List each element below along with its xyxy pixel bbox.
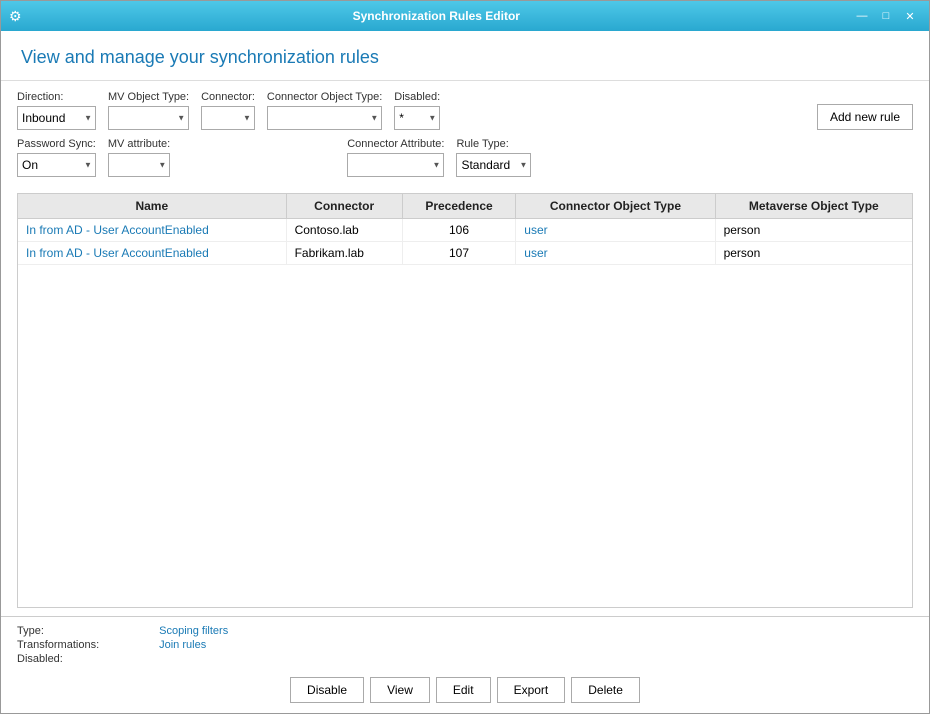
content-area: View and manage your synchronization rul… — [1, 31, 929, 713]
mv-object-type-filter-group: MV Object Type: — [108, 91, 189, 130]
row-name[interactable]: In from AD - User AccountEnabled — [18, 219, 286, 242]
rule-type-select[interactable]: Standard Sticky — [456, 153, 531, 177]
row-name[interactable]: In from AD - User AccountEnabled — [18, 242, 286, 265]
password-sync-select-wrapper: On Off — [17, 153, 96, 177]
connector-label: Connector: — [201, 91, 255, 103]
add-rule-container: Add new rule — [817, 104, 913, 130]
col-connector: Connector — [286, 194, 402, 219]
col-connector-object-type: Connector Object Type — [516, 194, 715, 219]
info-left: Type: Transformations: Disabled: — [17, 625, 99, 665]
col-name: Name — [18, 194, 286, 219]
type-label: Type: — [17, 625, 99, 637]
mv-object-type-select[interactable] — [108, 106, 189, 130]
table-area: Name Connector Precedence Connector Obje… — [17, 193, 913, 608]
disabled-select-wrapper: * Yes No — [394, 106, 440, 130]
main-window: ⚙ Synchronization Rules Editor — □ ✕ Vie… — [0, 0, 930, 714]
disabled-info-label: Disabled: — [17, 653, 99, 665]
window-title: Synchronization Rules Editor — [22, 9, 851, 23]
col-metaverse-object-type: Metaverse Object Type — [715, 194, 912, 219]
direction-select[interactable]: Inbound Outbound — [17, 106, 96, 130]
connector-object-type-label: Connector Object Type: — [267, 91, 382, 103]
disabled-select[interactable]: * Yes No — [394, 106, 440, 130]
connector-object-type-filter-group: Connector Object Type: — [267, 91, 382, 130]
connector-select[interactable] — [201, 106, 255, 130]
connector-object-type-select[interactable] — [267, 106, 382, 130]
title-bar: ⚙ Synchronization Rules Editor — □ ✕ — [1, 1, 929, 31]
add-new-rule-button[interactable]: Add new rule — [817, 104, 913, 130]
connector-attribute-label: Connector Attribute: — [347, 138, 444, 150]
action-buttons: Disable View Edit Export Delete — [17, 677, 913, 703]
delete-button[interactable]: Delete — [571, 677, 640, 703]
password-sync-filter-group: Password Sync: On Off — [17, 138, 96, 177]
password-sync-label: Password Sync: — [17, 138, 96, 150]
row-connector: Fabrikam.lab — [286, 242, 402, 265]
export-button[interactable]: Export — [497, 677, 566, 703]
mv-attribute-label: MV attribute: — [108, 138, 170, 150]
col-precedence: Precedence — [402, 194, 516, 219]
rule-type-filter-group: Rule Type: Standard Sticky — [456, 138, 531, 177]
mv-object-type-select-wrapper — [108, 106, 189, 130]
direction-filter-group: Direction: Inbound Outbound — [17, 91, 96, 130]
edit-button[interactable]: Edit — [436, 677, 491, 703]
filter-row-2: Password Sync: On Off MV attribute: — [17, 138, 913, 177]
page-title: View and manage your synchronization rul… — [21, 47, 909, 68]
connector-select-wrapper — [201, 106, 255, 130]
minimize-button[interactable]: — — [851, 6, 873, 26]
row-precedence: 107 — [402, 242, 516, 265]
mv-attribute-select-wrapper — [108, 153, 170, 177]
row-connector: Contoso.lab — [286, 219, 402, 242]
connector-object-type-select-wrapper — [267, 106, 382, 130]
restore-button[interactable]: □ — [875, 6, 897, 26]
page-header: View and manage your synchronization rul… — [1, 31, 929, 81]
join-rules-link[interactable]: Join rules — [159, 639, 228, 651]
view-button[interactable]: View — [370, 677, 430, 703]
disable-button[interactable]: Disable — [290, 677, 364, 703]
disabled-label: Disabled: — [394, 91, 440, 103]
mv-object-type-label: MV Object Type: — [108, 91, 189, 103]
disabled-filter-group: Disabled: * Yes No — [394, 91, 440, 130]
password-sync-select[interactable]: On Off — [17, 153, 96, 177]
bottom-info: Type: Transformations: Disabled: Scoping… — [17, 625, 913, 665]
connector-attribute-select-wrapper — [347, 153, 444, 177]
transformations-label: Transformations: — [17, 639, 99, 651]
scoping-filters-link[interactable]: Scoping filters — [159, 625, 228, 637]
filters-area: Direction: Inbound Outbound MV Object Ty… — [1, 81, 929, 193]
row-connector-object-type: user — [516, 242, 715, 265]
row-precedence: 106 — [402, 219, 516, 242]
direction-select-wrapper: Inbound Outbound — [17, 106, 96, 130]
rules-table: Name Connector Precedence Connector Obje… — [18, 194, 912, 265]
mv-attribute-filter-group: MV attribute: — [108, 138, 170, 177]
mv-attribute-select[interactable] — [108, 153, 170, 177]
row-metaverse-object-type: person — [715, 219, 912, 242]
table-row[interactable]: In from AD - User AccountEnabledFabrikam… — [18, 242, 912, 265]
connector-attribute-select[interactable] — [347, 153, 444, 177]
window-controls: — □ ✕ — [851, 6, 921, 26]
connector-attribute-filter-group: Connector Attribute: — [347, 138, 444, 177]
row-connector-object-type: user — [516, 219, 715, 242]
info-right: Scoping filters Join rules — [159, 625, 228, 665]
table-header-row: Name Connector Precedence Connector Obje… — [18, 194, 912, 219]
rule-type-label: Rule Type: — [456, 138, 531, 150]
direction-label: Direction: — [17, 91, 96, 103]
app-icon: ⚙ — [9, 8, 22, 25]
row-metaverse-object-type: person — [715, 242, 912, 265]
bottom-panel: Type: Transformations: Disabled: Scoping… — [1, 616, 929, 713]
rule-type-select-wrapper: Standard Sticky — [456, 153, 531, 177]
filter-row-1: Direction: Inbound Outbound MV Object Ty… — [17, 91, 913, 130]
connector-filter-group: Connector: — [201, 91, 255, 130]
table-row[interactable]: In from AD - User AccountEnabledContoso.… — [18, 219, 912, 242]
close-button[interactable]: ✕ — [899, 6, 921, 26]
